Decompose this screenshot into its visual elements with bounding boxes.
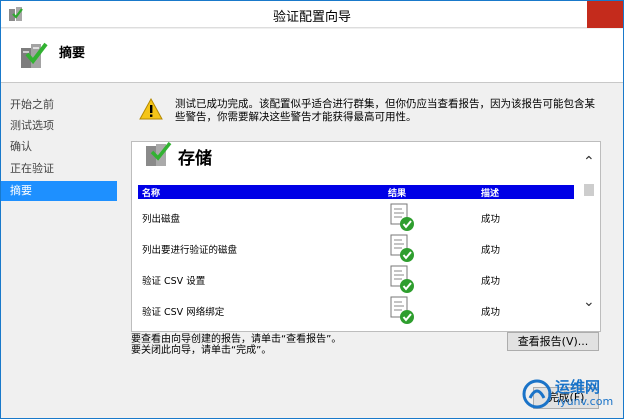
table-row: 验证 CSV 网络绑定 成功	[138, 294, 574, 325]
warning-icon	[139, 98, 163, 120]
report-scrollbar[interactable]: ⌃ ⌄	[578, 142, 600, 331]
row-name: 列出要进行验证的磁盘	[142, 245, 238, 256]
success-check-icon	[390, 265, 414, 293]
success-check-icon	[390, 234, 414, 262]
report-view[interactable]: 存储 名称 结果 描述 列出磁盘 成功 列出要进行验证的磁盘 成功 验证 CSV…	[131, 141, 601, 332]
nav-item-summary[interactable]: 摘要	[1, 181, 117, 201]
nav-item-confirmation[interactable]: 确认	[1, 137, 117, 157]
success-check-icon	[390, 296, 414, 324]
wizard-window: 验证配置向导 摘要 开始之前 测试选项 确认 正在验证 摘要 测试已成功完成。该…	[0, 0, 624, 419]
cluster-validate-icon	[21, 42, 48, 68]
watermark-logo-icon	[522, 379, 552, 409]
table-row: 列出磁盘 成功	[138, 201, 574, 232]
storage-icon	[146, 142, 172, 166]
row-desc: 成功	[481, 276, 501, 287]
table-row: 验证 CSV 设置 成功	[138, 263, 574, 294]
warning-text: 测试已成功完成。该配置似乎适合进行群集，但你仍应当查看报告，因为该报告可能包含某…	[175, 98, 595, 123]
table-row: 列出要进行验证的磁盘 成功	[138, 232, 574, 263]
warning-box: 测试已成功完成。该配置似乎适合进行群集，但你仍应当查看报告，因为该报告可能包含某…	[129, 88, 614, 132]
success-check-icon	[390, 203, 414, 231]
row-name: 验证 CSV 设置	[142, 276, 206, 287]
hint-text: 要查看由向导创建的报告，请单击“查看报告”。 要关闭此向导，请单击“完成”。	[131, 334, 341, 356]
row-desc: 成功	[481, 307, 501, 318]
hint-line-finish: 要关闭此向导，请单击“完成”。	[131, 345, 272, 356]
report-section-title: 存储	[178, 149, 212, 169]
hint-line-report: 要查看由向导创建的报告，请单击“查看报告”。	[131, 334, 342, 345]
page-title: 摘要	[59, 46, 86, 61]
row-name: 列出磁盘	[142, 214, 181, 225]
nav-item-validating[interactable]: 正在验证	[1, 159, 117, 179]
scroll-thumb[interactable]	[584, 184, 594, 196]
scroll-up-icon[interactable]: ⌃	[583, 154, 595, 170]
report-table-header: 名称 结果 描述	[138, 185, 574, 199]
title-bar: 验证配置向导	[1, 1, 623, 28]
window-title: 验证配置向导	[272, 10, 351, 25]
wizard-nav: 开始之前 测试选项 确认 正在验证 摘要	[1, 84, 117, 418]
nav-item-before-begin[interactable]: 开始之前	[1, 95, 117, 115]
wizard-header: 摘要	[1, 29, 623, 83]
close-button[interactable]	[587, 1, 623, 28]
watermark: 运维网 iyunv.com	[521, 376, 617, 412]
content-panel: 测试已成功完成。该配置似乎适合进行群集，但你仍应当查看报告，因为该报告可能包含某…	[119, 84, 622, 418]
watermark-text-url: iyunv.com	[557, 395, 614, 408]
row-desc: 成功	[481, 245, 501, 256]
col-result: 结果	[388, 189, 407, 199]
col-desc: 描述	[481, 189, 500, 199]
col-name: 名称	[142, 189, 161, 199]
row-name: 验证 CSV 网络绑定	[142, 307, 225, 318]
view-report-button[interactable]: 查看报告(V)...	[507, 332, 599, 351]
watermark-text-cn: 运维网	[555, 378, 601, 396]
scroll-down-icon[interactable]: ⌄	[583, 294, 595, 310]
nav-item-testing-options[interactable]: 测试选项	[1, 116, 117, 136]
row-desc: 成功	[481, 214, 501, 225]
